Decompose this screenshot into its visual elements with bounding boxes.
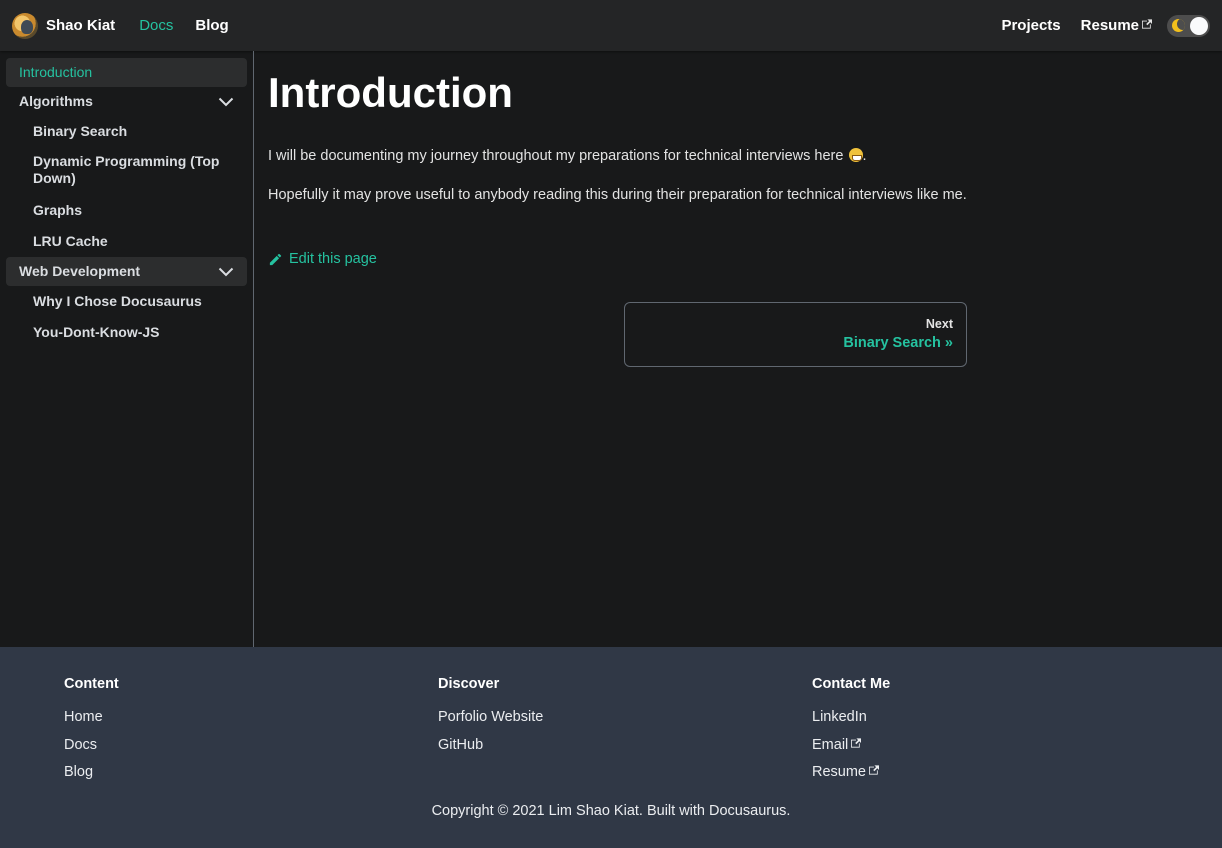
edit-this-page-link[interactable]: Edit this page (268, 251, 377, 267)
pagination-label: Binary Search » (843, 335, 953, 351)
docs-sidebar: Introduction Algorithms Binary Search Dy… (0, 51, 254, 647)
footer-link-github[interactable]: GitHub (438, 737, 543, 754)
pencil-icon (269, 253, 282, 265)
second-paragraph: Hopefully it may prove useful to anybody… (268, 187, 967, 203)
footer-link-email-label: Email (812, 736, 849, 753)
logo-avatar-icon (12, 12, 38, 39)
navbar: Shao Kiat Docs Blog Projects Resume (0, 0, 1222, 51)
sidebar-category-label: Web Development (19, 263, 141, 279)
footer-column-contact: Contact Me LinkedIn Email Resume (812, 676, 890, 792)
footer-column-title: Discover (438, 676, 500, 692)
sidebar-item-binary-search[interactable]: Binary Search (6, 116, 247, 147)
nav-link-resume[interactable]: Resume (1081, 17, 1152, 34)
toggle-knob (1190, 16, 1208, 35)
nav-link-docs[interactable]: Docs (139, 17, 173, 34)
moon-icon (1172, 18, 1185, 32)
external-link-icon (869, 765, 879, 775)
nav-link-projects[interactable]: Projects (1001, 17, 1060, 34)
footer-link-portfolio[interactable]: Porfolio Website (438, 709, 543, 726)
footer-column-discover: Discover Porfolio Website GitHub (438, 676, 543, 764)
intro-paragraph-text: I will be documenting my journey through… (268, 148, 844, 164)
page-title: Introduction (268, 69, 513, 116)
footer-link-blog[interactable]: Blog (64, 764, 119, 781)
theme-toggle[interactable] (1167, 14, 1210, 37)
sidebar-item-graphs[interactable]: Graphs (6, 195, 247, 226)
footer-link-resume-label: Resume (812, 764, 866, 780)
sidebar-item-you-dont-know-js[interactable]: You-Dont-Know-JS (6, 317, 247, 348)
chevron-down-icon (218, 97, 234, 106)
footer-column-title: Content (64, 676, 119, 692)
pagination-sublabel: Next (925, 317, 953, 331)
navbar-right-links: Projects Resume (1001, 14, 1210, 37)
sidebar-category-web-development[interactable]: Web Development (6, 257, 247, 286)
sidebar-category-label: Algorithms (19, 93, 93, 109)
doc-content: Introduction I will be documenting my jo… (268, 51, 1208, 647)
footer: Content Home Docs Blog Discover Porfolio… (0, 647, 1222, 848)
intro-paragraph: I will be documenting my journey through… (268, 146, 1208, 166)
footer-column-content: Content Home Docs Blog (64, 676, 119, 792)
nav-link-blog[interactable]: Blog (195, 17, 228, 34)
external-link-icon (851, 737, 862, 748)
pagination-next-link[interactable]: Next Binary Search » (624, 302, 967, 367)
sidebar-item-introduction[interactable]: Introduction (6, 58, 247, 87)
footer-link-docs[interactable]: Docs (64, 737, 119, 754)
brand-link[interactable]: Shao Kiat (12, 0, 115, 51)
brand-title: Shao Kiat (46, 17, 116, 34)
sidebar-item-label: Introduction (19, 64, 93, 80)
footer-column-title: Contact Me (812, 676, 891, 692)
footer-link-home[interactable]: Home (64, 709, 119, 726)
sidebar-item-dynamic-programming[interactable]: Dynamic Programming (Top Down) (6, 147, 247, 195)
navbar-left-links: Docs Blog (139, 17, 229, 34)
intro-paragraph-end: . (862, 148, 867, 164)
external-link-icon (1142, 19, 1152, 29)
nav-link-resume-label: Resume (1080, 17, 1139, 34)
chevron-down-icon (218, 267, 234, 276)
footer-link-resume[interactable]: Resume (812, 764, 890, 781)
sidebar-item-why-docusaurus[interactable]: Why I Chose Docusaurus (6, 286, 247, 317)
edit-link-label: Edit this page (289, 251, 377, 267)
sidebar-item-lru-cache[interactable]: LRU Cache (6, 226, 247, 257)
footer-link-linkedin[interactable]: LinkedIn (812, 709, 890, 726)
footer-link-email[interactable]: Email (812, 737, 890, 754)
grinning-emoji-icon (848, 148, 863, 162)
footer-copyright: Copyright © 2021 Lim Shao Kiat. Built wi… (431, 803, 791, 819)
sidebar-category-algorithms[interactable]: Algorithms (6, 87, 247, 116)
